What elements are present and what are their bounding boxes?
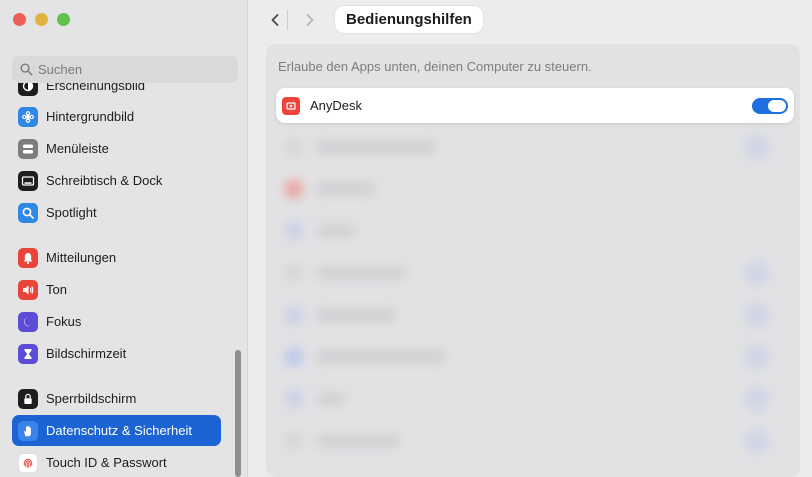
sidebar-item-label: Hintergrundbild	[46, 109, 135, 124]
page-title: Bedienungshilfen	[335, 6, 483, 33]
blurred-row	[276, 127, 794, 167]
blurred-row	[276, 379, 794, 419]
sidebar-item-spotlight[interactable]: Spotlight	[12, 197, 221, 228]
sidebar-item-desktop-dock[interactable]: Schreibtisch & Dock	[12, 165, 221, 196]
blurred-row	[276, 337, 794, 377]
search-icon	[20, 63, 33, 76]
blurred-row	[276, 169, 794, 209]
chevron-left-icon	[271, 14, 279, 26]
spotlight-icon	[18, 202, 38, 223]
sound-icon	[18, 279, 38, 300]
sidebar-item-label: Menüleiste	[46, 141, 109, 156]
blurred-row	[276, 211, 794, 251]
zoom-window-button[interactable]	[57, 13, 70, 26]
minimize-window-button[interactable]	[35, 13, 48, 26]
blurred-row	[276, 295, 794, 335]
sidebar-item-label: Schreibtisch & Dock	[46, 173, 163, 188]
focus-icon	[18, 311, 38, 332]
toolbar-divider	[287, 10, 288, 30]
section-description: Erlaube den Apps unten, deinen Computer …	[278, 59, 592, 74]
sidebar-item-screen-time[interactable]: Bildschirmzeit	[12, 338, 221, 369]
blurred-app-list	[276, 125, 794, 477]
sidebar-item-label: Ton	[46, 282, 67, 297]
sidebar-item-privacy-security[interactable]: Datenschutz & Sicherheit	[12, 415, 221, 446]
sidebar-item-label: Mitteilungen	[46, 250, 117, 265]
toggle-knob	[768, 100, 786, 112]
menubar-icon	[18, 138, 38, 159]
notifications-icon	[18, 247, 38, 268]
sidebar-item-menubar[interactable]: Menüleiste	[12, 133, 221, 164]
window-controls	[13, 13, 70, 26]
sidebar-item-label: Sperrbildschirm	[46, 391, 137, 406]
sidebar-item-label: Bildschirmzeit	[46, 346, 127, 361]
forward-button[interactable]	[296, 7, 324, 33]
toolbar	[249, 0, 812, 42]
sidebar-scrollbar-thumb[interactable]	[235, 350, 241, 477]
sidebar-item-notifications[interactable]: Mitteilungen	[12, 242, 221, 273]
sidebar-item-sound[interactable]: Ton	[12, 274, 221, 305]
lock-icon	[18, 388, 38, 409]
back-button[interactable]	[261, 7, 289, 33]
chevron-right-icon	[306, 14, 314, 26]
search-field[interactable]: Suchen	[12, 56, 238, 83]
close-window-button[interactable]	[13, 13, 26, 26]
blurred-row	[276, 253, 794, 293]
sidebar-scrollbar[interactable]	[233, 97, 243, 477]
sidebar-item-label: Spotlight	[46, 205, 97, 220]
sidebar-item-label: Fokus	[46, 314, 82, 329]
sidebar-item-wallpaper[interactable]: Hintergrundbild	[12, 101, 221, 132]
sidebar-item-lock-screen[interactable]: Sperrbildschirm	[12, 383, 221, 414]
app-list-item-anydesk: AnyDesk	[276, 88, 794, 123]
anydesk-app-icon	[282, 96, 300, 115]
fingerprint-icon	[18, 452, 38, 473]
privacy-hand-icon	[18, 420, 38, 441]
app-name: AnyDesk	[310, 98, 363, 113]
search-placeholder: Suchen	[38, 62, 83, 77]
sidebar-item-focus[interactable]: Fokus	[12, 306, 221, 337]
sidebar: Suchen Erscheinungsbild Hintergrundbild …	[0, 0, 248, 477]
blurred-row	[276, 421, 794, 461]
dock-icon	[18, 170, 38, 191]
wallpaper-icon	[18, 106, 38, 127]
screentime-icon	[18, 343, 38, 364]
sidebar-item-touch-id[interactable]: Touch ID & Passwort	[12, 447, 221, 477]
sidebar-item-label: Datenschutz & Sicherheit	[46, 423, 192, 438]
sidebar-item-label: Touch ID & Passwort	[46, 455, 167, 470]
anydesk-access-toggle[interactable]	[752, 98, 788, 114]
